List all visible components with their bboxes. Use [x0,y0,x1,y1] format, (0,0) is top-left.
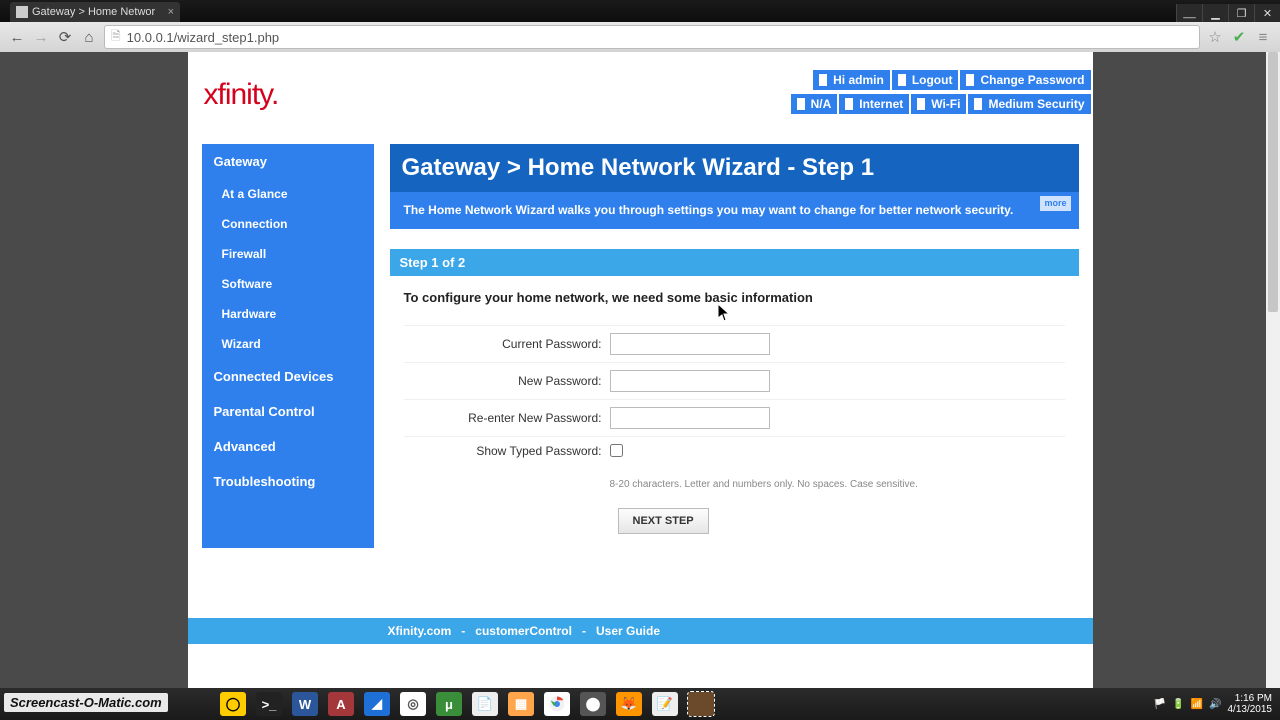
sidebar-firewall[interactable]: Firewall [202,239,374,269]
window-minimize-icon[interactable]: __ [1176,4,1202,22]
tray-time: 1:16 PM [1228,693,1273,704]
next-step-button[interactable]: NEXT STEP [618,508,709,534]
wizard-msg: The Home Network Wizard walks you throug… [390,192,1079,229]
forward-icon[interactable]: → [32,28,50,46]
reenter-password-field[interactable] [610,407,770,429]
sidebar: Gateway At a Glance Connection Firewall … [202,144,374,548]
home-icon[interactable]: ⌂ [80,28,98,46]
scrollbar[interactable] [1266,52,1280,688]
label-reenter-password: Re-enter New Password: [404,411,610,425]
tray-battery-icon[interactable]: 🔋 [1172,699,1184,710]
tray-network-icon[interactable]: 📶 [1191,699,1203,710]
footer-link-userguide[interactable]: User Guide [596,624,660,638]
taskbar-notepad-icon[interactable]: 📝 [652,692,678,716]
sidebar-connection[interactable]: Connection [202,209,374,239]
sidebar-connected-devices[interactable]: Connected Devices [202,359,374,394]
sidebar-at-a-glance[interactable]: At a Glance [202,179,374,209]
sidebar-advanced[interactable]: Advanced [202,429,374,464]
more-link[interactable]: more [1040,196,1070,211]
form-instruction: To configure your home network, we need … [404,290,1065,305]
page-title: Gateway > Home Network Wizard - Step 1 [390,144,1079,192]
taskbar-word-icon[interactable]: W [292,692,318,716]
address-bar[interactable]: 🗎 10.0.0.1/wizard_step1.php [104,25,1200,49]
window-maximize-icon[interactable]: ❐ [1228,4,1254,22]
taskbar-chrome-icon[interactable] [544,692,570,716]
favicon [16,6,28,18]
status-internet[interactable]: Internet [839,94,909,114]
label-new-password: New Password: [404,374,610,388]
tab-close-icon[interactable]: × [168,6,174,18]
new-password-field[interactable] [610,370,770,392]
show-typed-checkbox[interactable] [610,444,623,457]
sidebar-hardware[interactable]: Hardware [202,299,374,329]
reload-icon[interactable]: ⟳ [56,28,74,46]
label-show-typed: Show Typed Password: [404,444,610,458]
taskbar-recorder-icon[interactable] [688,692,714,716]
label-current-password: Current Password: [404,337,610,351]
sidebar-wizard[interactable]: Wizard [202,329,374,359]
window-minimize2-icon[interactable]: ▁ [1202,4,1228,22]
taskbar-app-icon[interactable]: ▦ [508,692,534,716]
password-hint: 8-20 characters. Letter and numbers only… [610,479,1065,490]
taskbar-terminal-icon[interactable]: >_ [256,692,282,716]
taskbar-app-icon[interactable]: ◢ [364,692,390,716]
taskbar-app-icon[interactable]: ◯ [220,692,246,716]
bookmark-star-icon[interactable]: ☆ [1206,28,1224,46]
back-icon[interactable]: ← [8,28,26,46]
sidebar-gateway[interactable]: Gateway [202,144,374,179]
change-password-link[interactable]: Change Password [960,70,1090,90]
menu-icon[interactable]: ≡ [1254,28,1272,46]
taskbar-app-icon[interactable]: 📄 [472,692,498,716]
tray-flag-icon[interactable]: 🏳️ [1154,699,1166,710]
window-close-icon[interactable]: ✕ [1254,4,1280,22]
taskbar-firefox-icon[interactable]: 🦊 [616,692,642,716]
current-password-field[interactable] [610,333,770,355]
tray-date: 4/13/2015 [1228,704,1273,715]
taskbar-access-icon[interactable]: A [328,692,354,716]
logout-link[interactable]: Logout [892,70,959,90]
taskbar-utorrent-icon[interactable]: μ [436,692,462,716]
watermark: Screencast-O-Matic.com [4,693,168,712]
taskbar-app-icon[interactable]: ◎ [400,692,426,716]
status-wifi[interactable]: Wi-Fi [911,94,966,114]
tray-volume-icon[interactable]: 🔊 [1209,699,1221,710]
sidebar-software[interactable]: Software [202,269,374,299]
xfinity-logo: xfinity. [204,78,279,112]
status-security[interactable]: Medium Security [968,94,1090,114]
taskbar-app-icon[interactable]: ⬤ [580,692,606,716]
sidebar-parental-control[interactable]: Parental Control [202,394,374,429]
status-na: N/A [791,94,838,114]
page-footer: Xfinity.com - customerControl - User Gui… [188,618,1093,644]
browser-tab[interactable]: Gateway > Home Networ × [10,2,180,22]
sidebar-troubleshooting[interactable]: Troubleshooting [202,464,374,499]
greeting-pill: Hi admin [813,70,890,90]
footer-link-xfinity[interactable]: Xfinity.com [388,624,452,638]
extension-check-icon[interactable]: ✔ [1230,28,1248,46]
page-icon: 🗎 [111,27,121,48]
footer-link-customercontrol[interactable]: customerControl [475,624,572,638]
tab-title: Gateway > Home Networ [32,6,155,18]
url-text: 10.0.0.1/wizard_step1.php [127,30,280,45]
step-indicator: Step 1 of 2 [390,249,1079,276]
